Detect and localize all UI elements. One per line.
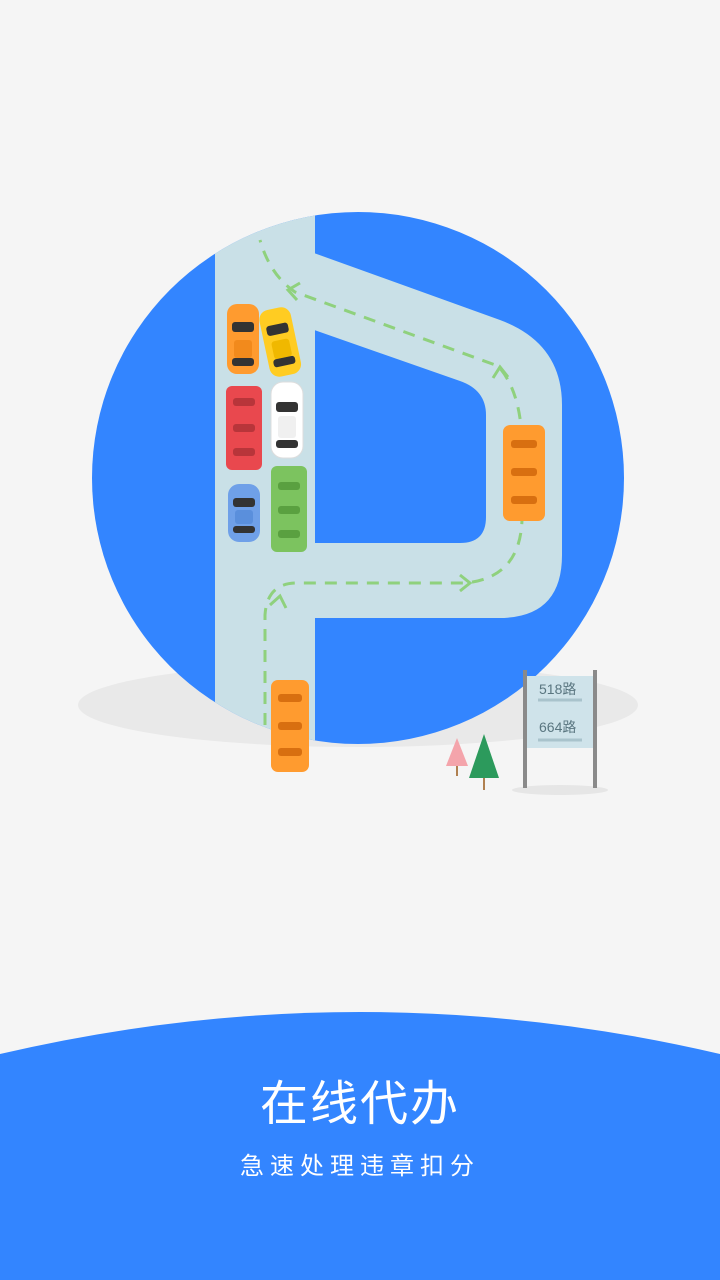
route-label-518: 518路	[539, 681, 576, 697]
splash-subtitle: 急速处理违章扣分	[240, 1152, 480, 1180]
bus-stop-sign: 518路 664路	[512, 670, 608, 795]
car-orange-van-right	[503, 425, 545, 521]
parking-illustration: 518路 664路	[78, 212, 638, 795]
car-orange-small	[227, 304, 259, 374]
route-label-664: 664路	[539, 719, 576, 735]
car-orange-van-entry	[271, 680, 309, 772]
car-white	[270, 381, 304, 459]
splash-title: 在线代办	[259, 1076, 460, 1132]
car-green-van	[271, 466, 307, 552]
car-red-van	[226, 386, 262, 470]
car-light-blue	[228, 484, 260, 542]
